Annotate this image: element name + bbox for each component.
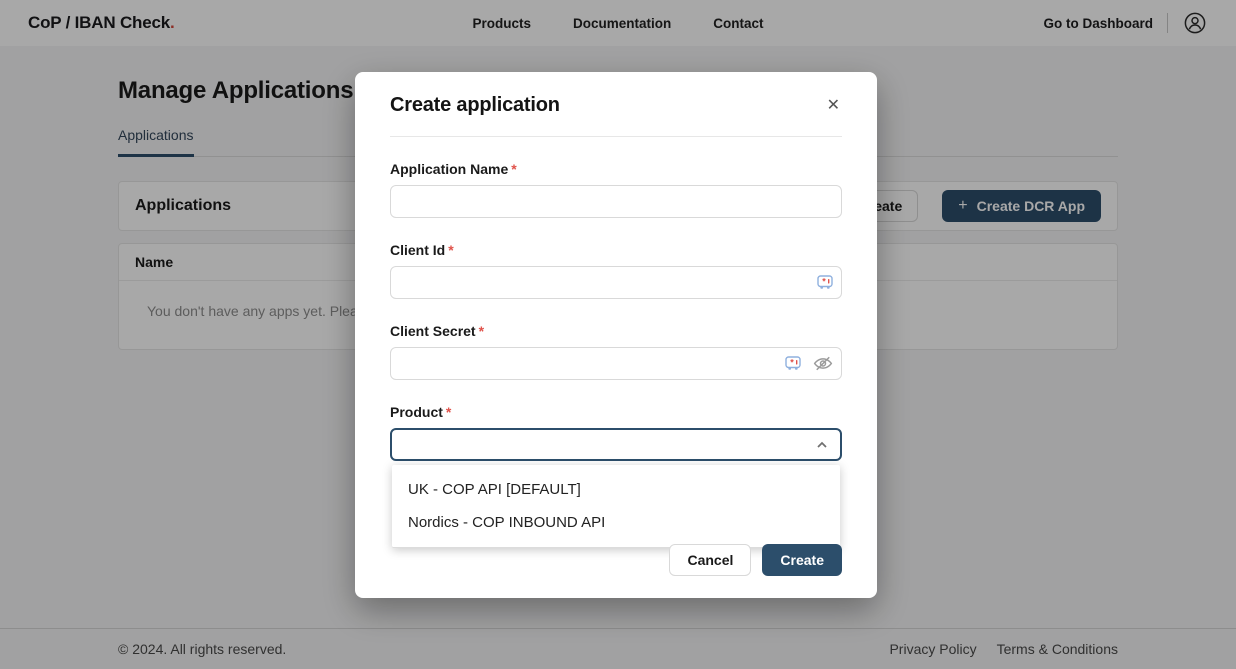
client-id-input[interactable] (390, 266, 842, 299)
close-icon[interactable]: ✕ (825, 94, 842, 118)
client-secret-label: Client Secret* (390, 323, 842, 339)
required-asterisk: * (446, 404, 451, 420)
modal-title: Create application (390, 94, 560, 117)
eye-slash-icon[interactable] (813, 355, 833, 372)
required-asterisk: * (448, 242, 453, 258)
client-secret-input[interactable] (390, 347, 842, 380)
create-application-modal: Create application ✕ Application Name* C… (355, 72, 877, 598)
svg-text:*: * (790, 358, 794, 368)
modal-divider (390, 136, 842, 137)
product-label: Product* (390, 404, 842, 420)
required-asterisk: * (479, 323, 484, 339)
cancel-button[interactable]: Cancel (669, 544, 751, 576)
autofill-vault-icon[interactable]: * (785, 356, 801, 371)
modal-create-button[interactable]: Create (762, 544, 842, 576)
chevron-up-icon (814, 437, 830, 453)
application-name-label: Application Name* (390, 161, 842, 177)
product-select[interactable]: UK - COP API [DEFAULT] Nordics - COP INB… (390, 428, 842, 461)
autofill-vault-icon[interactable]: * (817, 275, 833, 290)
svg-text:*: * (822, 277, 826, 287)
dropdown-option-nordics-cop-inbound[interactable]: Nordics - COP INBOUND API (392, 506, 840, 539)
client-id-label: Client Id* (390, 242, 842, 258)
product-dropdown: UK - COP API [DEFAULT] Nordics - COP INB… (392, 465, 840, 548)
application-name-input[interactable] (390, 185, 842, 218)
dropdown-option-uk-cop-api[interactable]: UK - COP API [DEFAULT] (392, 473, 840, 506)
required-asterisk: * (511, 161, 516, 177)
